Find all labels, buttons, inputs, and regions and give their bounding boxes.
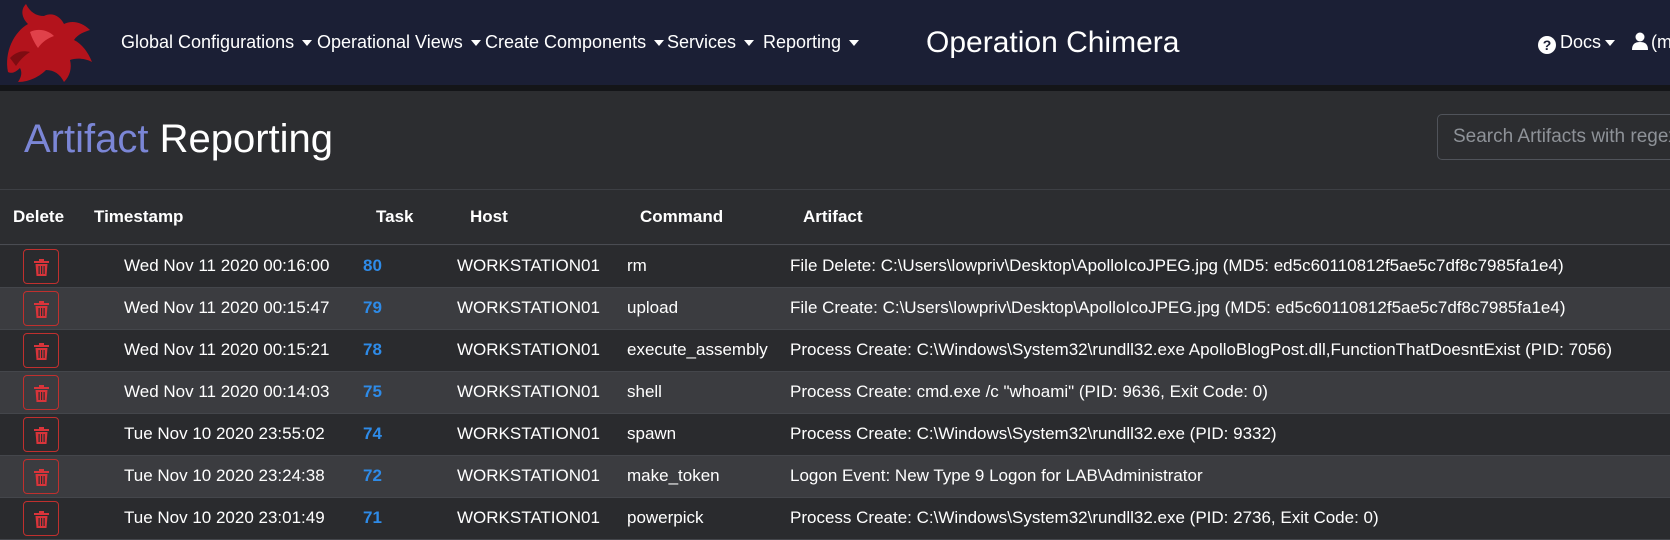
page-title-accent: Artifact	[24, 117, 149, 161]
caret-down-icon	[302, 40, 313, 47]
timestamp-cell: Tue Nov 10 2020 23:55:02	[124, 424, 325, 443]
user-menu[interactable]: (m	[1632, 32, 1670, 53]
table-row: Tue Nov 10 2020 23:55:02 74 WORKSTATION01 s…	[0, 414, 1670, 456]
column-header-artifact[interactable]: Artifact	[803, 207, 863, 227]
command-cell: rm	[627, 256, 647, 275]
caret-down-icon	[1605, 40, 1616, 47]
delete-artifact-button[interactable]	[23, 417, 59, 452]
column-header-task[interactable]: Task	[376, 207, 414, 227]
delete-artifact-button[interactable]	[23, 459, 59, 494]
caret-down-icon	[470, 40, 481, 47]
host-cell: WORKSTATION01	[457, 382, 600, 401]
task-link[interactable]: 80	[363, 256, 382, 276]
page-title-rest: Reporting	[159, 117, 334, 161]
caret-down-icon	[654, 40, 665, 47]
caret-down-icon	[849, 40, 860, 47]
column-header-host[interactable]: Host	[470, 207, 508, 227]
trash-icon	[34, 385, 49, 402]
caret-down-icon	[744, 40, 755, 47]
page-title: Artifact Reporting	[24, 117, 333, 162]
trash-icon	[34, 301, 49, 318]
docs-menu[interactable]: ? Docs	[1538, 32, 1616, 54]
table-row: Tue Nov 10 2020 23:01:49 71 WORKSTATION01 p…	[0, 498, 1670, 540]
timestamp-cell: Wed Nov 11 2020 00:16:00	[124, 256, 330, 275]
nav-menu-label: Reporting	[763, 32, 842, 52]
artifact-cell: Logon Event: New Type 9 Logon for LAB\Ad…	[790, 466, 1203, 485]
table-row: Wed Nov 11 2020 00:16:00 80 WORKSTATION01 r…	[0, 246, 1670, 288]
nav-menu-operational-views[interactable]: Operational Views	[317, 32, 481, 53]
host-cell: WORKSTATION01	[457, 508, 600, 527]
command-cell: upload	[627, 298, 679, 317]
nav-menu-label: Operational Views	[317, 32, 463, 52]
question-circle-icon: ?	[1538, 36, 1556, 54]
host-cell: WORKSTATION01	[457, 424, 600, 443]
task-link[interactable]: 78	[363, 340, 382, 360]
trash-icon	[34, 511, 49, 528]
task-link[interactable]: 74	[363, 424, 382, 444]
task-link[interactable]: 72	[363, 466, 382, 486]
timestamp-cell: Tue Nov 10 2020 23:24:38	[124, 466, 325, 485]
column-header-delete[interactable]: Delete	[13, 207, 64, 227]
nav-menu-label: Create Components	[485, 32, 647, 52]
table-row: Wed Nov 11 2020 00:15:21 78 WORKSTATION01 e…	[0, 330, 1670, 372]
chimera-logo[interactable]	[0, 2, 100, 88]
command-cell: shell	[627, 382, 662, 401]
artifact-cell: File Create: C:\Users\lowpriv\Desktop\Ap…	[790, 298, 1566, 317]
delete-artifact-button[interactable]	[23, 249, 59, 284]
nav-menu-global-configurations[interactable]: Global Configurations	[121, 32, 313, 53]
command-cell: make_token	[627, 466, 720, 485]
column-header-timestamp[interactable]: Timestamp	[94, 207, 183, 227]
nav-menu-create-components[interactable]: Create Components	[485, 32, 665, 53]
task-link[interactable]: 71	[363, 508, 382, 528]
host-cell: WORKSTATION01	[457, 298, 600, 317]
artifact-cell: Process Create: C:\Windows\System32\rund…	[790, 508, 1379, 527]
timestamp-cell: Tue Nov 10 2020 23:01:49	[124, 508, 325, 527]
trash-icon	[34, 469, 49, 486]
artifact-cell: File Delete: C:\Users\lowpriv\Desktop\Ap…	[790, 256, 1564, 275]
user-icon	[1632, 32, 1648, 50]
timestamp-cell: Wed Nov 11 2020 00:15:47	[124, 298, 330, 317]
host-cell: WORKSTATION01	[457, 256, 600, 275]
table-row: Wed Nov 11 2020 00:14:03 75 WORKSTATION01 s…	[0, 372, 1670, 414]
navbar: Global Configurations Operational Views …	[0, 0, 1670, 91]
host-cell: WORKSTATION01	[457, 340, 600, 359]
docs-label: Docs	[1560, 32, 1602, 52]
nav-menu-label: Global Configurations	[121, 32, 295, 52]
brand-title[interactable]: Operation Chimera	[926, 26, 1179, 60]
delete-artifact-button[interactable]	[23, 291, 59, 326]
command-cell: execute_assembly	[627, 340, 768, 359]
nav-menu-reporting[interactable]: Reporting	[763, 32, 860, 53]
timestamp-cell: Wed Nov 11 2020 00:15:21	[124, 340, 330, 359]
table-header: Delete Timestamp Task Host Command Artif…	[0, 189, 1670, 245]
delete-artifact-button[interactable]	[23, 501, 59, 536]
command-cell: spawn	[627, 424, 677, 443]
host-cell: WORKSTATION01	[457, 466, 600, 485]
artifact-cell: Process Create: C:\Windows\System32\rund…	[790, 424, 1277, 443]
command-cell: powerpick	[627, 508, 704, 527]
artifact-cell: Process Create: C:\Windows\System32\rund…	[790, 340, 1613, 359]
delete-artifact-button[interactable]	[23, 333, 59, 368]
search-artifacts-input[interactable]	[1437, 114, 1670, 160]
table-row: Tue Nov 10 2020 23:24:38 72 WORKSTATION01 m…	[0, 456, 1670, 498]
trash-icon	[34, 427, 49, 444]
timestamp-cell: Wed Nov 11 2020 00:14:03	[124, 382, 330, 401]
trash-icon	[34, 259, 49, 276]
column-header-command[interactable]: Command	[640, 207, 723, 227]
user-label: (m	[1651, 32, 1670, 52]
task-link[interactable]: 79	[363, 298, 382, 318]
nav-menu-label: Services	[667, 32, 737, 52]
task-link[interactable]: 75	[363, 382, 382, 402]
delete-artifact-button[interactable]	[23, 375, 59, 410]
artifact-cell: Process Create: cmd.exe /c "whoami" (PID…	[790, 382, 1268, 401]
table-row: Wed Nov 11 2020 00:15:47 79 WORKSTATION01 u…	[0, 288, 1670, 330]
nav-menu-services[interactable]: Services	[667, 32, 755, 53]
trash-icon	[34, 343, 49, 360]
